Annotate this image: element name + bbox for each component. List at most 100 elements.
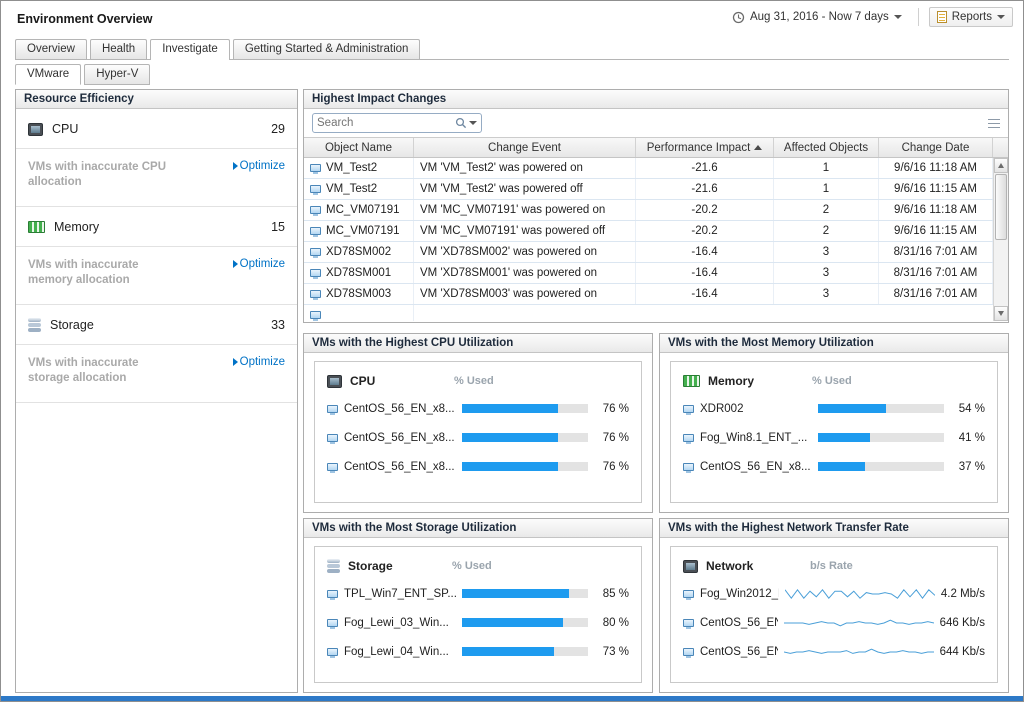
- scrollbar-thumb[interactable]: [995, 174, 1007, 240]
- vm-name: CentOS_56_EN_x8...: [344, 461, 456, 473]
- vm-icon: [327, 590, 338, 598]
- memory-label: Memory: [54, 220, 262, 234]
- vm-icon: [310, 269, 321, 277]
- change-date: 8/31/16 7:01 AM: [894, 267, 978, 279]
- network-transfer-list: Network b/s Rate Fog_Win2012_R2_... 4.2 …: [670, 546, 998, 683]
- vm-utilization-row[interactable]: CentOS_56_EN_x8... 76 %: [327, 452, 629, 481]
- performance-impact: -21.6: [691, 162, 717, 174]
- affected-objects-cell: 2: [774, 200, 879, 220]
- network-sparkline: [785, 586, 935, 602]
- memory-metric-row[interactable]: Memory 15: [16, 207, 297, 247]
- table-row-partial[interactable]: [304, 305, 1008, 321]
- table-row[interactable]: XD78SM003 VM 'XD78SM003' was powered on …: [304, 284, 1008, 305]
- vertical-scrollbar[interactable]: [993, 158, 1008, 321]
- cpu-utilization-list: CPU % Used CentOS_56_EN_x8... 76 % CentO…: [314, 361, 642, 503]
- vm-network-row[interactable]: CentOS_56_EN_x8... 646 Kb/s: [683, 608, 985, 637]
- vm-name: Fog_Win8.1_ENT_...: [700, 432, 812, 444]
- transfer-rate-value: 644 Kb/s: [940, 646, 985, 658]
- memory-allocation-note: VMs with inaccurate memory allocation: [28, 258, 178, 288]
- reports-button[interactable]: Reports: [929, 7, 1013, 27]
- vm-utilization-row[interactable]: XDR002 54 %: [683, 394, 985, 423]
- vm-icon: [310, 248, 321, 256]
- search-input[interactable]: [317, 117, 453, 129]
- cpu-utilization-panel: VMs with the Highest CPU Utilization CPU…: [303, 333, 653, 513]
- tab-investigate[interactable]: Investigate: [150, 39, 230, 60]
- vm-network-row[interactable]: Fog_Win2012_R2_... 4.2 Mb/s: [683, 579, 985, 608]
- table-row[interactable]: XD78SM001 VM 'XD78SM001' was powered on …: [304, 263, 1008, 284]
- performance-impact: -20.2: [691, 204, 717, 216]
- table-row[interactable]: MC_VM07191 VM 'MC_VM07191' was powered o…: [304, 200, 1008, 221]
- affected-objects-cell: 1: [774, 179, 879, 199]
- subtab-vmware[interactable]: VMware: [15, 64, 81, 85]
- table-row[interactable]: MC_VM07191 VM 'MC_VM07191' was powered o…: [304, 221, 1008, 242]
- column-header-object-name[interactable]: Object Name: [304, 138, 414, 157]
- performance-impact: -16.4: [691, 288, 717, 300]
- vm-name: CentOS_56_EN_x8...: [700, 617, 778, 629]
- column-label: Change Event: [488, 142, 561, 154]
- storage-count: 33: [271, 318, 285, 332]
- tab-getting-started-administration[interactable]: Getting Started & Administration: [233, 39, 421, 59]
- object-name: MC_VM07191: [326, 225, 400, 237]
- vm-icon: [683, 619, 694, 627]
- column-header-change-date[interactable]: Change Date: [879, 138, 993, 157]
- optimize-memory-link[interactable]: Optimize: [233, 258, 285, 270]
- column-header-change-event[interactable]: Change Event: [414, 138, 636, 157]
- tab-overview[interactable]: Overview: [15, 39, 87, 59]
- tab-health[interactable]: Health: [90, 39, 147, 59]
- sort-ascending-icon: [754, 145, 762, 150]
- change-date: 8/31/16 7:01 AM: [894, 288, 978, 300]
- column-label: Affected Objects: [784, 142, 868, 154]
- optimize-storage-link[interactable]: Optimize: [233, 356, 285, 368]
- vm-name: Fog_Win2012_R2_...: [700, 588, 779, 600]
- change-date: 9/6/16 11:18 AM: [894, 162, 977, 174]
- scroll-up-button[interactable]: [994, 158, 1008, 173]
- optimize-cpu-link[interactable]: Optimize: [233, 160, 285, 172]
- change-event-cell: VM 'MC_VM07191' was powered off: [414, 221, 636, 241]
- network-icon: [683, 560, 698, 573]
- table-options-icon[interactable]: [988, 119, 1000, 128]
- vm-icon: [683, 590, 694, 598]
- utilization-bar: [818, 433, 944, 442]
- vm-utilization-row[interactable]: Fog_Win8.1_ENT_... 41 %: [683, 423, 985, 452]
- table-row[interactable]: VM_Test2 VM 'VM_Test2' was powered off -…: [304, 179, 1008, 200]
- storage-metric-row[interactable]: Storage 33: [16, 305, 297, 345]
- vm-utilization-row[interactable]: TPL_Win7_ENT_SP... 85 %: [327, 579, 629, 608]
- vm-network-row[interactable]: CentOS_56_EN_x8... 644 Kb/s: [683, 637, 985, 666]
- change-date-cell: 9/6/16 11:15 AM: [879, 179, 993, 199]
- memory-icon: [28, 221, 45, 233]
- utilization-value: 41 %: [959, 432, 985, 444]
- search-options-chevron-icon[interactable]: [469, 121, 477, 125]
- cpu-allocation-note: VMs with inaccurate CPU allocation: [28, 160, 178, 190]
- vm-icon: [310, 164, 321, 172]
- performance-impact: -20.2: [691, 225, 717, 237]
- network-sparkline: [784, 644, 934, 660]
- change-event: VM 'XD78SM001' was powered on: [420, 267, 597, 279]
- search-icon[interactable]: [455, 117, 467, 129]
- vm-utilization-row[interactable]: CentOS_56_EN_x8... 76 %: [327, 423, 629, 452]
- subtab-hyperv[interactable]: Hyper-V: [84, 64, 150, 85]
- storage-icon: [28, 318, 41, 332]
- time-range-selector[interactable]: Aug 31, 2016 - Now 7 days: [726, 8, 908, 27]
- affected-objects-cell: 3: [774, 284, 879, 304]
- storage-label: Storage: [50, 318, 262, 332]
- vm-utilization-row[interactable]: CentOS_56_EN_x8... 76 %: [327, 394, 629, 423]
- object-name: XD78SM003: [326, 288, 391, 300]
- change-date-cell: 9/6/16 11:15 AM: [879, 221, 993, 241]
- column-header-performance-impact[interactable]: Performance Impact: [636, 138, 774, 157]
- cpu-metric-row[interactable]: CPU 29: [16, 109, 297, 149]
- vm-utilization-row[interactable]: Fog_Lewi_03_Win... 80 %: [327, 608, 629, 637]
- vm-utilization-row[interactable]: CentOS_56_EN_x8... 37 %: [683, 452, 985, 481]
- resource-efficiency-panel: Resource Efficiency CPU 29 VMs with inac…: [15, 89, 298, 693]
- memory-utilization-panel: VMs with the Most Memory Utilization Mem…: [659, 333, 1009, 513]
- reports-label: Reports: [952, 11, 992, 23]
- table-body: VM_Test2 VM 'VM_Test2' was powered on -2…: [304, 158, 1008, 321]
- change-date-cell: 9/6/16 11:18 AM: [879, 158, 993, 178]
- column-header-affected-objects[interactable]: Affected Objects: [774, 138, 879, 157]
- vm-utilization-row[interactable]: Fog_Lewi_04_Win... 73 %: [327, 637, 629, 666]
- table-row[interactable]: VM_Test2 VM 'VM_Test2' was powered on -2…: [304, 158, 1008, 179]
- table-row[interactable]: XD78SM002 VM 'XD78SM002' was powered on …: [304, 242, 1008, 263]
- scroll-down-button[interactable]: [994, 306, 1008, 321]
- utilization-value: 73 %: [603, 646, 629, 658]
- affected-objects: 3: [823, 246, 829, 258]
- column-label: Object Name: [325, 142, 392, 154]
